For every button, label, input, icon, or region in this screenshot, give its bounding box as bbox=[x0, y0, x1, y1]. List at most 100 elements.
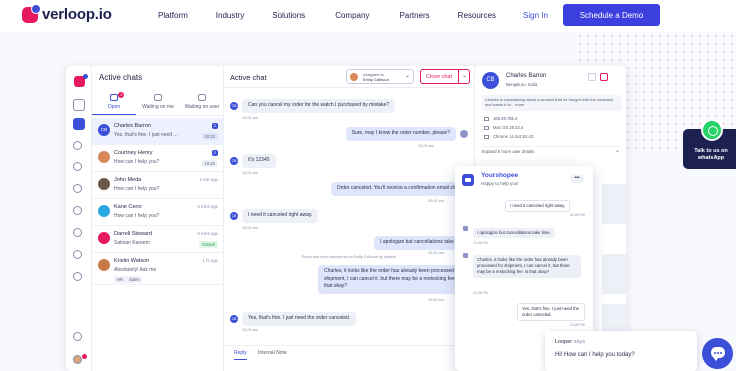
message-time: 10:24 am bbox=[242, 226, 258, 230]
analytics-icon[interactable] bbox=[73, 228, 82, 237]
assignee-name: Emily Calhoun bbox=[363, 77, 389, 82]
chat-list-item[interactable]: John Meda How can I help you? 1 min ago bbox=[92, 172, 224, 199]
expand-details-button[interactable]: Expand 6 more user details ⌄ bbox=[482, 146, 622, 156]
time-chip: 10:22 bbox=[201, 133, 218, 140]
chevron-down-icon[interactable]: ⌄ bbox=[462, 72, 467, 79]
status-dot bbox=[83, 74, 88, 79]
looper-popup[interactable]: Looper says Hi! How can I help you today… bbox=[545, 331, 697, 371]
chevron-down-icon: ⌄ bbox=[614, 148, 620, 154]
chat-list-item[interactable]: Kane Ceno How can I help you? 6 mins ago bbox=[92, 199, 224, 226]
unread-badge: 2 bbox=[212, 150, 218, 156]
edit-icon[interactable] bbox=[588, 73, 596, 81]
logo-icon bbox=[22, 3, 41, 23]
divider bbox=[458, 70, 459, 83]
more-options-button[interactable]: ••• bbox=[570, 175, 584, 183]
headset-icon[interactable] bbox=[73, 162, 82, 171]
last-message: How can I help you? bbox=[114, 159, 160, 165]
message-time: 10:24 am bbox=[242, 328, 258, 332]
message-time: 10:24 am bbox=[242, 171, 258, 175]
bot-icon bbox=[462, 174, 474, 186]
chat-list-item[interactable]: Darrell Steward Salman Kareem 5 mins ago… bbox=[92, 226, 224, 253]
chevron-down-icon: ⌄ bbox=[404, 73, 410, 79]
globe-icon[interactable] bbox=[73, 184, 82, 193]
widget-subtitle: Happy to help you! bbox=[481, 181, 519, 186]
timestamp: 1 hr ago bbox=[202, 258, 218, 263]
unread-badge: 2 bbox=[212, 123, 218, 129]
chat-list-item[interactable]: Courtney Henry How can I help you? 2 10:… bbox=[92, 145, 224, 172]
settings-icon[interactable] bbox=[73, 272, 82, 281]
last-message: Salman Kareem bbox=[114, 240, 150, 246]
tab-reply[interactable]: Reply bbox=[234, 350, 247, 360]
contact-name: Kristin Watson bbox=[114, 258, 150, 264]
icon-rail bbox=[66, 66, 92, 371]
user-icon[interactable] bbox=[73, 206, 82, 215]
timestamp: 6 mins ago bbox=[197, 204, 218, 209]
last-message: How can I help you? bbox=[114, 186, 160, 192]
notification-dot bbox=[82, 354, 87, 359]
chat-header: Active chat Assigned to Emily Calhoun ⌄ … bbox=[224, 66, 474, 88]
nav-link-resources[interactable]: Resources bbox=[458, 11, 496, 20]
whatsapp-cta[interactable]: Talk to us on whatsApp bbox=[683, 119, 736, 169]
message-bubble: Charles, it looks like the order has alr… bbox=[318, 265, 472, 294]
looper-name: Looper bbox=[555, 339, 573, 345]
schedule-demo-button[interactable]: Schedule a Demo bbox=[563, 4, 660, 26]
ip-icon bbox=[484, 116, 489, 121]
contact-name: Kane Ceno bbox=[114, 204, 142, 210]
home-icon[interactable] bbox=[73, 99, 85, 111]
tab-open[interactable]: 2 Open bbox=[92, 90, 136, 115]
nav-link-partners[interactable]: Partners bbox=[399, 11, 429, 20]
tab-internal-note[interactable]: Internal Note bbox=[258, 350, 287, 356]
tag-chip: Sales bbox=[126, 276, 143, 283]
browser-icon bbox=[484, 134, 489, 139]
widget-message-time: 12:28 PM bbox=[570, 213, 585, 217]
tab-label: Waiting on me bbox=[142, 104, 174, 110]
user-location: Bengaluru, India bbox=[506, 82, 538, 87]
chat-launcher-button[interactable] bbox=[702, 338, 733, 369]
timestamp: 5 mins ago bbox=[197, 231, 218, 236]
nav-link-industry[interactable]: Industry bbox=[216, 11, 244, 20]
whatsapp-channel-icon[interactable] bbox=[73, 250, 82, 259]
tab-waiting-on-user[interactable]: Waiting on user bbox=[180, 90, 224, 115]
assignee-avatar bbox=[350, 73, 358, 81]
avatar bbox=[98, 178, 110, 190]
message-time: 10:24 am bbox=[428, 199, 444, 203]
message-bubble: Order canceled. You'll receive a confirm… bbox=[330, 182, 472, 196]
dot bbox=[720, 352, 722, 354]
agent-bot-icon bbox=[460, 130, 468, 138]
last-message: How can I help you? bbox=[114, 213, 160, 219]
last-message: Absolutely! Ask me bbox=[114, 267, 157, 273]
user-avatar: CB bbox=[482, 72, 499, 89]
widget-message-time: 12:28 PM bbox=[570, 323, 585, 327]
bot-icon bbox=[463, 226, 468, 231]
expand-details-label: Expand 6 more user details bbox=[482, 149, 535, 154]
message-bubble: It's 12345 bbox=[242, 154, 276, 168]
brand-logo[interactable]: verloop.io bbox=[22, 3, 112, 23]
active-chats-panel: Active chats 2 Open Waiting on me Waitin… bbox=[92, 66, 224, 371]
whatsapp-icon bbox=[701, 119, 723, 141]
chat-list-item[interactable]: CB Charles Barron Yes, that's fine. I ju… bbox=[92, 118, 224, 145]
block-user-icon[interactable] bbox=[600, 73, 608, 81]
detail-value: 106.48.78k.3 bbox=[493, 116, 518, 121]
nav-link-platform[interactable]: Platform bbox=[158, 11, 188, 20]
nav-link-company[interactable]: Company bbox=[335, 11, 369, 20]
chat-list-item[interactable]: Kristin Watson Absolutely! Ask me 1 hr a… bbox=[92, 253, 224, 285]
message-bubble: Sure, may I know the order number, pleas… bbox=[345, 127, 456, 141]
hourglass-icon bbox=[198, 94, 206, 101]
assignee-select[interactable]: Assigned to Emily Calhoun ⌄ bbox=[346, 69, 414, 84]
agent-avatar[interactable] bbox=[73, 355, 82, 364]
status-badge: Closed bbox=[198, 241, 218, 248]
dot bbox=[717, 352, 719, 354]
tab-waiting-on-me[interactable]: Waiting on me bbox=[136, 90, 180, 115]
nav-link-solutions[interactable]: Solutions bbox=[272, 11, 305, 20]
widget-message: I need it canceled right away. bbox=[505, 200, 571, 213]
info-icon[interactable] bbox=[73, 332, 82, 341]
top-nav: verloop.io Platform Industry Solutions C… bbox=[0, 0, 736, 32]
chat-bubble-icon[interactable] bbox=[73, 141, 82, 150]
sign-in-link[interactable]: Sign In bbox=[523, 11, 548, 20]
widget-message: I apologize but cancellations take time. bbox=[473, 228, 555, 239]
widget-title: Yourshopee bbox=[481, 172, 519, 179]
close-chat-button[interactable]: Close chat ⌄ bbox=[420, 69, 470, 84]
chats-icon[interactable] bbox=[73, 118, 85, 130]
avatar bbox=[98, 232, 110, 244]
whatsapp-label: Talk to us on whatsApp bbox=[694, 148, 728, 161]
